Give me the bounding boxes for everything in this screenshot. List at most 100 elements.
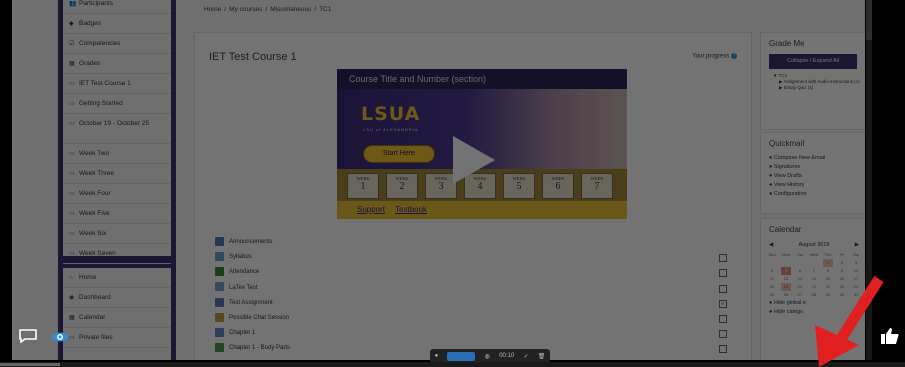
folder-icon: ▭ bbox=[69, 81, 75, 87]
quickmail-link[interactable]: ● View Drafts bbox=[769, 172, 865, 181]
calendar-day[interactable]: 6 bbox=[795, 267, 805, 275]
nav-item-week-five[interactable]: ▭ Week Five bbox=[63, 204, 171, 224]
quickmail-link[interactable]: ● Configuration bbox=[769, 190, 865, 199]
calendar-day[interactable]: 13 bbox=[795, 275, 805, 283]
calendar-day[interactable]: 11 bbox=[767, 275, 777, 283]
nav-item-participants[interactable]: 👥 Participants bbox=[63, 0, 171, 14]
weekday-label: Mon bbox=[782, 252, 790, 257]
activity-label[interactable]: Syllabus bbox=[229, 254, 252, 260]
support-link[interactable]: Support bbox=[357, 205, 385, 214]
nav-item-week-seven[interactable]: ▭ Week Seven bbox=[63, 244, 171, 264]
nav-item-week-two[interactable]: ▭ Week Two bbox=[63, 144, 171, 164]
completion-checkbox[interactable]: ✓ bbox=[719, 299, 727, 308]
breadcrumb-item[interactable]: TC1 bbox=[319, 6, 331, 13]
nav-item-grades[interactable]: ▦ Grades bbox=[63, 54, 171, 74]
breadcrumb-item[interactable]: Home bbox=[204, 6, 221, 13]
week-7-button[interactable]: WEEK 7 bbox=[581, 173, 613, 199]
textbook-link[interactable]: Textbook bbox=[395, 205, 427, 214]
nav-item-week-three[interactable]: ▭ Week Three bbox=[63, 164, 171, 184]
nav-item-competencies[interactable]: ☑ Competencies bbox=[63, 34, 171, 54]
trash-icon[interactable]: 🗑 bbox=[538, 353, 546, 360]
record-button[interactable] bbox=[447, 351, 476, 361]
nav-item-label: October 19 - October 25 bbox=[79, 120, 150, 127]
nav-item-badges[interactable]: ◆ Badges bbox=[63, 14, 171, 34]
nav-item-week-six[interactable]: ▭ Week Six bbox=[63, 224, 171, 244]
eye-icon[interactable] bbox=[50, 331, 70, 343]
activity-row[interactable]: Chapter 1 bbox=[215, 326, 745, 341]
activity-label[interactable]: Test Assignment bbox=[229, 300, 273, 306]
calendar-day[interactable]: 20 bbox=[795, 283, 805, 291]
calendar-day[interactable]: 3 bbox=[851, 259, 861, 267]
calendar-day[interactable]: 1 bbox=[823, 259, 833, 267]
video-timeline[interactable] bbox=[0, 362, 905, 367]
weekday-label: Wed bbox=[809, 252, 819, 257]
nav-item-iet-test-course-1[interactable]: ▭ IET Test Course 1 bbox=[63, 74, 171, 94]
grade-me-tree-item[interactable]: ▶ Essay Quiz (1) bbox=[773, 85, 865, 91]
activity-icon bbox=[215, 236, 224, 246]
quickmail-link[interactable]: ● Compose New Email bbox=[769, 154, 865, 163]
activity-row[interactable]: Possible Chat Session bbox=[215, 311, 745, 326]
grade-me-title: Grade Me bbox=[769, 39, 805, 48]
activity-label[interactable]: Possible Chat Session bbox=[229, 315, 289, 321]
help-icon[interactable]: ? bbox=[731, 53, 737, 59]
activity-label[interactable]: Announcements bbox=[229, 239, 272, 245]
quickmail-link-label: Signatures bbox=[773, 164, 801, 170]
check-icon[interactable]: ✓ bbox=[523, 353, 528, 360]
pause-icon[interactable]: ◍ bbox=[485, 353, 490, 360]
completion-checkbox[interactable] bbox=[719, 269, 727, 278]
collapse-expand-button[interactable]: Collapse / Expand All bbox=[769, 54, 857, 69]
activity-label[interactable]: LaTex Test bbox=[229, 285, 258, 291]
play-icon[interactable] bbox=[453, 136, 495, 184]
week-5-button[interactable]: WEEK 5 bbox=[503, 173, 535, 199]
quickmail-block: Quickmail ● Compose New Email ● Signature… bbox=[760, 132, 865, 214]
breadcrumb-item[interactable]: Miscellaneous bbox=[270, 6, 311, 13]
mic-icon[interactable]: ● bbox=[435, 353, 439, 359]
activity-list: Announcements Syllabus Attendance LaTex Tes… bbox=[215, 235, 745, 357]
calendar-day[interactable]: 5 bbox=[781, 267, 791, 275]
nav-item-private-files[interactable]: ▭ Private files bbox=[63, 328, 171, 348]
nav-item-week-four[interactable]: ▭ Week Four bbox=[63, 184, 171, 204]
activity-label[interactable]: Chapter 1 - Body Parts bbox=[229, 345, 290, 351]
calendar-day[interactable]: 26 bbox=[781, 291, 791, 299]
nav-item-dashboard[interactable]: ◉ Dashboard bbox=[63, 288, 171, 308]
nav-item-calendar[interactable]: ▦ Calendar bbox=[63, 308, 171, 328]
completion-checkbox[interactable] bbox=[719, 314, 727, 323]
activity-row[interactable]: Syllabus bbox=[215, 250, 745, 265]
page-scrollbar-thumb[interactable] bbox=[866, 0, 872, 40]
quickmail-link[interactable]: ● Signatures bbox=[769, 163, 865, 172]
calendar-day[interactable]: 10 bbox=[851, 267, 861, 275]
completion-checkbox[interactable] bbox=[719, 284, 727, 293]
week-1-button[interactable]: WEEK 1 bbox=[347, 173, 379, 199]
week-6-button[interactable]: WEEK 6 bbox=[542, 173, 574, 199]
activity-label[interactable]: Attendance bbox=[229, 269, 259, 275]
calendar-day[interactable]: 4 bbox=[767, 267, 777, 275]
quickmail-link[interactable]: ● View History bbox=[769, 181, 865, 190]
calendar-day[interactable]: 7 bbox=[809, 267, 819, 275]
calendar-day[interactable]: 25 bbox=[767, 291, 777, 299]
activity-row[interactable]: LaTex Test bbox=[215, 281, 745, 296]
calendar-day[interactable]: 12 bbox=[781, 275, 791, 283]
calendar-day[interactable]: 19 bbox=[781, 283, 791, 291]
breadcrumb-item[interactable]: My courses bbox=[229, 6, 262, 13]
start-here-button[interactable]: Start Here bbox=[363, 145, 435, 163]
calendar-day[interactable]: 9 bbox=[837, 267, 847, 275]
activity-row[interactable]: Test Assignment ✓ bbox=[215, 296, 745, 311]
activity-row[interactable]: Announcements bbox=[215, 235, 745, 250]
completion-checkbox[interactable] bbox=[719, 345, 727, 354]
comment-icon[interactable] bbox=[19, 329, 37, 343]
grade-me-tree: ▼ TC1 ▶ Assignment with Audio Instruction… bbox=[761, 69, 865, 91]
calendar-day[interactable]: 18 bbox=[767, 283, 777, 291]
nav-item-home[interactable]: ⌂ Home bbox=[63, 268, 171, 288]
activity-label[interactable]: Chapter 1 bbox=[229, 330, 255, 336]
prev-month-icon[interactable]: ◀ bbox=[769, 242, 773, 248]
calendar-day[interactable]: 27 bbox=[795, 291, 805, 299]
week-2-button[interactable]: WEEK 2 bbox=[386, 173, 418, 199]
nav-item-getting-started[interactable]: ▭ Getting Started bbox=[63, 94, 171, 114]
activity-row[interactable]: Attendance bbox=[215, 265, 745, 280]
nav-item-october-19-october-25[interactable]: ▭ October 19 - October 25 bbox=[63, 114, 171, 144]
completion-checkbox[interactable] bbox=[719, 254, 727, 263]
next-month-icon[interactable]: ▶ bbox=[855, 242, 859, 248]
completion-checkbox[interactable] bbox=[719, 330, 727, 339]
calendar-day[interactable]: 8 bbox=[823, 267, 833, 275]
calendar-day[interactable]: 2 bbox=[837, 259, 847, 267]
